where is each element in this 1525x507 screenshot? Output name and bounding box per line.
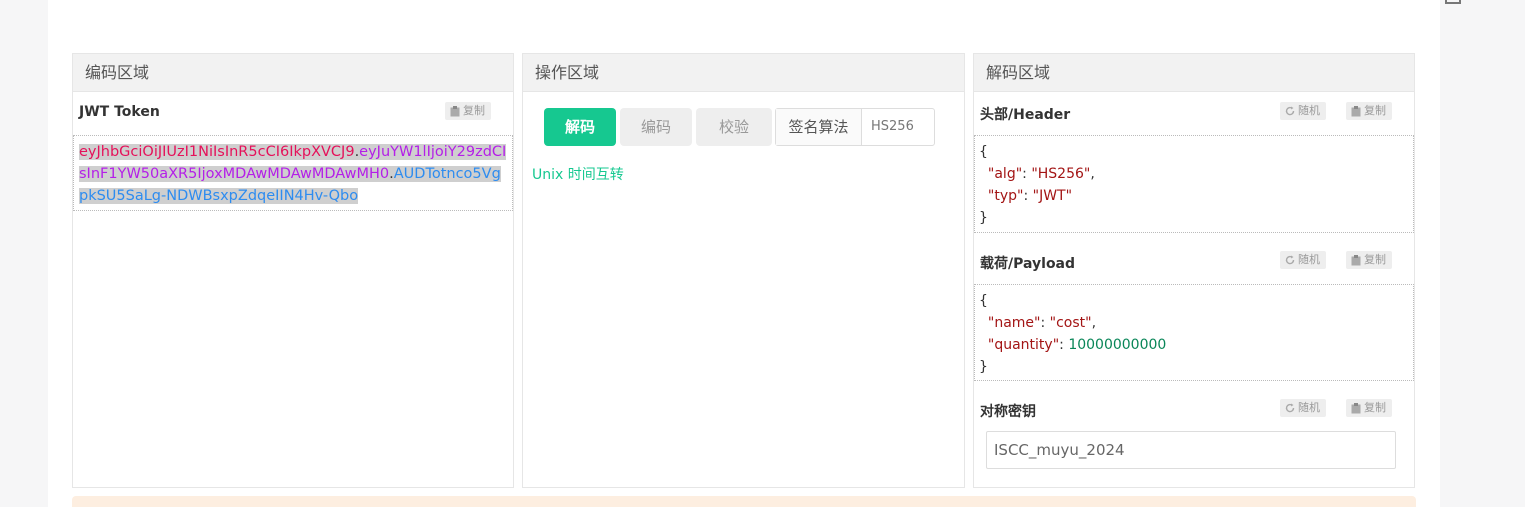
algorithm-value[interactable]: HS256 [862,109,934,145]
fullscreen-icon[interactable] [1445,0,1461,4]
json-sep: : [1022,166,1032,182]
jwt-token-label: JWT Token [79,104,160,120]
copy-header-label: 复制 [1364,104,1386,117]
operation-panel: 操作区域 解码 编码 校验 签名算法 HS256 Unix 时间互转 [522,53,965,488]
json-number: 10000000000 [1068,337,1167,353]
unix-time-link[interactable]: Unix 时间互转 [532,164,624,184]
copy-token-label: 复制 [463,104,485,117]
refresh-icon [1285,106,1295,116]
token-text: eyJhbGciOiJIUzI1NiIsInR5cCI6IkpXVCJ9.eyJ… [79,141,509,207]
json-key: "alg" [987,166,1023,182]
refresh-icon [1285,403,1295,413]
operation-panel-title: 操作区域 [523,54,964,92]
secret-section-title: 对称密钥 [980,404,1036,420]
random-payload-button[interactable]: 随机 [1280,251,1326,269]
json-brace: } [979,359,988,375]
json-value: "cost" [1049,315,1092,331]
secret-key-input[interactable]: ISCC_muyu_2024 [986,431,1396,469]
encode-button[interactable]: 编码 [620,108,692,146]
copy-payload-button[interactable]: 复制 [1346,251,1392,269]
json-brace: { [979,144,988,160]
json-sep: : [1023,188,1033,204]
random-secret-button[interactable]: 随机 [1280,399,1326,417]
encode-panel-title: 编码区域 [73,54,513,92]
json-key: "name" [987,315,1041,331]
random-payload-label: 随机 [1298,253,1320,266]
json-key: "quantity" [987,337,1060,353]
payload-json-editor[interactable]: { "name": "cost", "quantity": 1000000000… [974,284,1414,381]
payload-json: { "name": "cost", "quantity": 1000000000… [979,290,1166,378]
copy-payload-label: 复制 [1364,253,1386,266]
json-value: "JWT" [1032,188,1073,204]
refresh-icon [1285,255,1295,265]
json-comma: , [1090,166,1095,182]
token-textarea[interactable]: eyJhbGciOiJIUzI1NiIsInR5cCI6IkpXVCJ9.eyJ… [73,135,513,211]
json-brace: { [979,293,988,309]
copy-header-button[interactable]: 复制 [1346,102,1392,120]
random-header-label: 随机 [1298,104,1320,117]
clipboard-icon [1351,254,1361,265]
json-brace: } [979,210,988,226]
decode-panel: 解码区域 头部/Header 随机 复制 { "alg": "HS256", "… [973,53,1415,488]
header-section-title: 头部/Header [980,107,1071,123]
decode-button[interactable]: 解码 [544,108,616,146]
clipboard-icon [450,105,460,116]
copy-token-button[interactable]: 复制 [445,102,491,120]
algorithm-label: 签名算法 [776,109,862,145]
header-json: { "alg": "HS256", "typ": "JWT" } [979,141,1095,229]
json-sep: : [1040,315,1050,331]
json-comma: , [1091,315,1097,331]
encode-panel: 编码区域 JWT Token 复制 eyJhbGciOiJIUzI1NiIsIn… [72,53,514,488]
json-sep: : [1059,337,1069,353]
payload-section-title: 载荷/Payload [980,256,1076,272]
json-key: "typ" [987,188,1024,204]
verify-button[interactable]: 校验 [696,108,772,146]
copy-secret-button[interactable]: 复制 [1346,399,1392,417]
copy-secret-label: 复制 [1364,401,1386,414]
json-value: "HS256" [1031,166,1091,182]
clipboard-icon [1351,105,1361,116]
clipboard-icon [1351,402,1361,413]
header-json-editor[interactable]: { "alg": "HS256", "typ": "JWT" } [974,135,1414,233]
random-header-button[interactable]: 随机 [1280,102,1326,120]
decode-panel-title: 解码区域 [974,54,1414,92]
token-header-part: eyJhbGciOiJIUzI1NiIsInR5cCI6IkpXVCJ9 [79,144,355,160]
notice-bar [72,496,1416,507]
algorithm-select[interactable]: 签名算法 HS256 [775,108,935,146]
random-secret-label: 随机 [1298,401,1320,414]
